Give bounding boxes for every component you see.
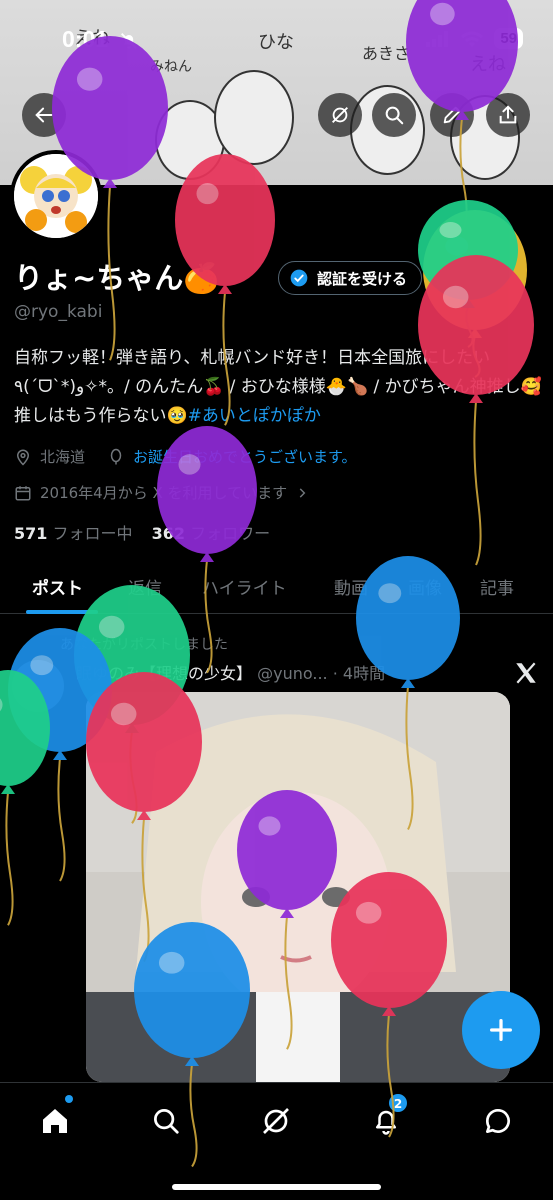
calendar-icon <box>15 485 31 500</box>
balloon-string <box>5 791 14 926</box>
nav-search[interactable] <box>146 1101 186 1141</box>
following-count: 571 <box>14 524 48 543</box>
profile-bio: 自称フッ軽！弾き語り、札幌バンド好き！日本全国旅にしたい٩(ˊᗜˋ*)و✧*。/… <box>14 344 542 431</box>
search-icon <box>385 106 404 125</box>
post-author[interactable]: 眠ゆのみ【理想の少女】 @yuno... · 4時間 <box>76 660 385 684</box>
balloon <box>418 200 518 348</box>
balloon-knot <box>461 298 475 308</box>
home-icon <box>43 1109 67 1133</box>
signal-icon <box>426 30 449 47</box>
balloon-string <box>57 757 66 882</box>
tab-posts[interactable]: ポスト <box>32 574 83 599</box>
grok-icon <box>263 1108 289 1134</box>
verified-badge-icon <box>290 269 308 287</box>
location-pin-icon <box>16 449 30 466</box>
profile-meta-row: 北海道 お誕生日おめでとうございます。 <box>14 446 357 467</box>
following-link[interactable]: 571 フォロー中 <box>14 524 133 543</box>
nav-messages[interactable] <box>478 1101 518 1141</box>
balloon-body <box>418 200 518 300</box>
message-icon <box>485 1108 510 1133</box>
profile-name: りょ~ちゃん🍊 <box>14 255 219 297</box>
profile-name-emoji: 🍊 <box>183 261 220 295</box>
bio-hashtag-link[interactable]: #あいとぽかぽか <box>188 406 321 426</box>
balloon-highlight <box>196 183 219 205</box>
share-button[interactable] <box>486 93 530 137</box>
balloon-knot <box>468 328 482 338</box>
balloon-knot <box>1 784 15 794</box>
active-tab-indicator <box>26 610 98 614</box>
silent-mode-icon <box>121 33 137 49</box>
home-indicator <box>172 1184 381 1190</box>
plus-icon <box>490 1019 512 1041</box>
nav-home[interactable] <box>35 1095 75 1141</box>
banner-drawing-face <box>214 70 294 165</box>
tab-replies[interactable]: 返信 <box>128 574 162 599</box>
get-verified-label: 認証を受ける <box>317 269 408 288</box>
search-button[interactable] <box>372 93 416 137</box>
bottom-navigation: 2 <box>0 1082 553 1200</box>
balloon-body <box>423 210 527 330</box>
tab-articles[interactable]: 記事 <box>480 574 514 599</box>
profile-tabs: ポスト 返信 ハイライト 動画 画像 記事 <box>0 560 553 614</box>
follow-stats: 571 フォロー中 362 フォロワー <box>14 520 270 544</box>
followers-label: フォロワー <box>190 524 271 543</box>
balloon-icon <box>110 448 122 464</box>
followers-count: 362 <box>151 524 186 543</box>
chevron-right-icon <box>299 487 306 498</box>
status-time: 0:01 <box>62 26 109 52</box>
notification-badge: 2 <box>388 1093 408 1113</box>
profile-handle: @ryo_kabi <box>14 302 103 322</box>
post-photo-illustration <box>86 692 510 1082</box>
profile-avatar[interactable] <box>10 150 102 242</box>
balloon-knot <box>401 678 415 688</box>
profile-location: 北海道 <box>40 448 86 466</box>
home-unread-dot <box>65 1095 73 1103</box>
avatar-illustration <box>14 154 98 238</box>
balloon-highlight <box>439 222 462 238</box>
balloon-highlight <box>0 698 3 712</box>
edit-button[interactable] <box>430 93 474 137</box>
post-author-name: 眠ゆのみ【理想の少女】 <box>76 664 253 683</box>
grok-button[interactable] <box>318 93 362 137</box>
followers-link[interactable]: 362 フォロワー <box>152 524 271 543</box>
back-button[interactable] <box>22 93 66 137</box>
nav-grok[interactable] <box>256 1101 296 1141</box>
get-verified-button[interactable]: 認証を受ける <box>278 261 423 295</box>
tab-highlights[interactable]: ハイライト <box>202 574 287 599</box>
tab-images[interactable]: 画像 <box>408 574 442 599</box>
search-icon <box>154 1109 179 1134</box>
repost-text: あなたがリポストしました <box>60 637 228 653</box>
grok-icon <box>332 107 348 123</box>
birthday-link[interactable]: お誕生日おめでとうございます。 <box>133 446 357 467</box>
share-icon <box>499 105 517 124</box>
post-image[interactable] <box>86 692 510 1082</box>
compose-post-button[interactable] <box>462 991 540 1069</box>
tab-videos[interactable]: 動画 <box>334 574 368 599</box>
repost-indicator: あなたがリポストしました <box>60 634 228 654</box>
nav-notifications[interactable]: 2 <box>366 1093 408 1141</box>
x-logo-icon <box>516 662 536 684</box>
balloon-highlight <box>445 236 469 256</box>
joined-row[interactable]: 2016年4月から X を利用しています <box>14 482 309 503</box>
following-label: フォロー中 <box>52 524 133 543</box>
balloon-highlight <box>442 285 469 309</box>
post-author-avatar[interactable] <box>12 660 64 712</box>
post-author-meta: @yuno... · 4時間 <box>257 664 386 683</box>
arrow-left-icon <box>35 107 53 123</box>
balloon-knot <box>218 284 232 294</box>
battery-indicator: 59 <box>494 28 523 49</box>
wifi-icon <box>461 31 484 47</box>
profile-joined: 2016年4月から X を利用しています <box>40 484 288 502</box>
balloon-knot <box>53 750 67 760</box>
pencil-icon <box>443 106 461 124</box>
profile-name-text: りょ~ちゃん <box>14 261 184 295</box>
status-bar: 0:01 59 <box>0 0 553 70</box>
balloon-string <box>465 305 474 348</box>
